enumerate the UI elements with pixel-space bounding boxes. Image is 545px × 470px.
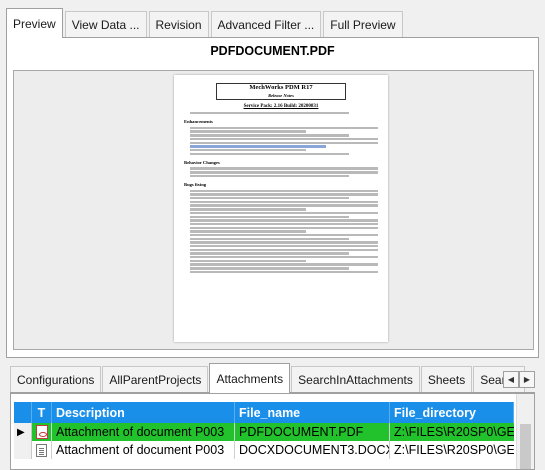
- pdf-text-line: [190, 222, 378, 226]
- tab-view-data[interactable]: View Data ...: [64, 11, 147, 37]
- pdf-text-line: [190, 241, 378, 244]
- tab-advanced-filter[interactable]: Advanced Filter ...: [210, 11, 322, 37]
- pdf-text-line: [190, 256, 378, 259]
- bottom-tab-strip: Configurations AllParentProjects Attachm…: [10, 363, 535, 393]
- tab-search-in-attachments[interactable]: SearchInAttachments: [291, 366, 420, 392]
- pdf-text-line: [190, 226, 378, 229]
- pdf-text-line: [190, 245, 378, 248]
- pdf-text-line: [190, 171, 378, 174]
- pdf-text-line: [190, 208, 307, 211]
- pdf-text-line: [190, 152, 350, 155]
- tab-attachments[interactable]: Attachments: [209, 363, 291, 393]
- pdf-text-line: [190, 126, 378, 130]
- document-preview-frame[interactable]: MechWorks PDM R17 Release Notes Service …: [13, 70, 534, 350]
- top-tab-strip: Preview View Data ... Revision Advanced …: [6, 8, 539, 38]
- tab-preview[interactable]: Preview: [6, 8, 63, 38]
- pdf-text-line: [190, 270, 378, 274]
- pdf-text-line: [190, 197, 350, 200]
- pdf-text-line: [190, 237, 350, 241]
- pdf-text-line: [190, 200, 378, 204]
- pdf-text-line: [190, 252, 350, 255]
- pdf-section-heading: Enhancements: [184, 119, 213, 125]
- scrollbar-thumb[interactable]: [520, 424, 531, 469]
- grid-vertical-scrollbar[interactable]: [516, 394, 534, 469]
- docx-file-icon: [36, 443, 47, 457]
- tab-configurations[interactable]: Configurations: [10, 366, 102, 392]
- grid-header: T Description File_name File_directory: [14, 402, 514, 423]
- preview-panel: PDFDOCUMENT.PDF MechWorks PDM R17 Releas…: [6, 38, 539, 358]
- pdf-link-line: [190, 145, 326, 148]
- row-pointer-icon: ▶: [17, 426, 25, 438]
- pdf-text-line: [190, 215, 350, 218]
- table-row[interactable]: Attachment of document P003 DOCXDOCUMENT…: [14, 441, 514, 459]
- pdf-text-line: [190, 204, 378, 207]
- file-type-cell: [32, 423, 52, 441]
- pdf-text-line: [190, 148, 307, 152]
- tab-all-parent-projects[interactable]: AllParentProjects: [102, 366, 209, 392]
- pdf-text-line: [190, 111, 350, 115]
- attachments-grid: T Description File_name File_directory ▶…: [10, 393, 535, 470]
- pdf-section-heading: Behavior Changes: [184, 159, 220, 165]
- file-type-cell: [32, 441, 52, 459]
- row-indicator-header: [14, 402, 32, 423]
- tab-full-preview[interactable]: Full Preview: [323, 11, 403, 37]
- pdf-file-icon: [35, 425, 48, 439]
- file-name-cell: DOCXDOCUMENT3.DOCX: [235, 441, 390, 459]
- pdf-text-line: [190, 193, 378, 196]
- description-cell: Attachment of document P003: [52, 441, 235, 459]
- tab-scroll-buttons: ◀ ▶: [503, 371, 535, 388]
- column-header-file-directory[interactable]: File_directory: [390, 402, 514, 423]
- description-cell: Attachment of document P003: [52, 423, 235, 441]
- file-directory-cell: Z:\FILES\R20SP0\GENERAL: [394, 425, 514, 439]
- pdf-text-line: [190, 263, 378, 266]
- pdf-text-line: [190, 211, 378, 215]
- table-row[interactable]: ▶ Attachment of document P003 PDFDOCUMEN…: [14, 423, 514, 441]
- tab-revision[interactable]: Revision: [148, 11, 209, 37]
- column-header-t[interactable]: T: [32, 402, 52, 423]
- document-title: PDFDOCUMENT.PDF: [210, 44, 335, 58]
- pdf-text-line: [190, 259, 307, 263]
- pdf-section-heading: Bugs fixing: [184, 182, 207, 188]
- pdf-text-line: [190, 233, 378, 237]
- scroll-right-arrow-icon[interactable]: ▶: [519, 371, 535, 388]
- pdf-title-box: MechWorks PDM R17 Release Notes: [216, 83, 346, 100]
- row-indicator: [14, 441, 32, 459]
- pdf-subtitle: Release Notes: [268, 92, 294, 98]
- pdf-text-line: [190, 219, 378, 222]
- window-edge: [539, 0, 545, 470]
- pdf-text-line: [190, 137, 378, 141]
- pdf-text-line: [190, 248, 378, 252]
- pdf-text-line: [190, 230, 307, 233]
- file-name-cell: PDFDOCUMENT.PDF: [235, 423, 390, 441]
- pdf-text-line: [190, 134, 350, 137]
- pdf-text-line: [190, 167, 378, 170]
- pdf-page-thumbnail: MechWorks PDM R17 Release Notes Service …: [174, 75, 388, 342]
- pdf-text-line: [190, 189, 378, 193]
- pdf-service-pack: Service Pack: 2.16 Build: 20200831: [243, 103, 319, 109]
- current-row-indicator: ▶: [14, 423, 32, 441]
- column-header-description[interactable]: Description: [52, 402, 235, 423]
- pdf-text-line: [190, 141, 378, 144]
- pdf-text-line: [190, 174, 350, 178]
- pdf-text-line: [190, 267, 350, 270]
- column-header-file-name[interactable]: File_name: [235, 402, 390, 423]
- pdf-text-line: [190, 130, 307, 133]
- file-directory-cell: Z:\FILES\R20SP0\GENERAL: [394, 443, 514, 457]
- scroll-left-arrow-icon[interactable]: ◀: [503, 371, 519, 388]
- tab-sheets[interactable]: Sheets: [420, 366, 473, 392]
- pdf-title: MechWorks PDM R17: [249, 84, 313, 91]
